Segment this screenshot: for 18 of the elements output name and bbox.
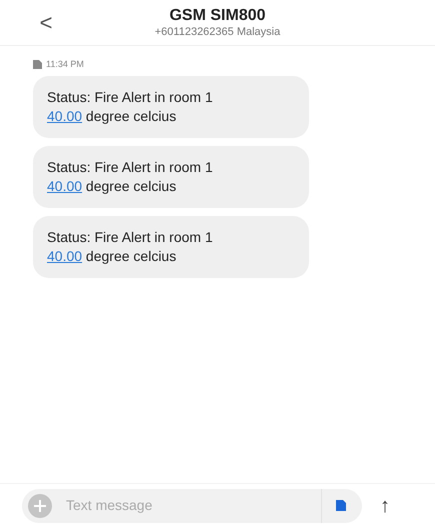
message-field[interactable]: Text message	[22, 488, 362, 522]
message-text: Status: Fire Alert in room 1	[47, 88, 214, 106]
back-button[interactable]: <	[36, 12, 56, 34]
message-timestamp: 11:34 PM	[46, 58, 84, 71]
number-link[interactable]: 40.00	[47, 106, 82, 126]
message-text: Status: Fire Alert in room 1	[47, 228, 214, 246]
message-input[interactable]: Text message	[66, 495, 307, 516]
message-text: degree celcius	[84, 176, 176, 196]
message-text: degree celcius	[84, 246, 176, 266]
number-link[interactable]: 40.00	[47, 246, 82, 266]
message-text: degree celcius	[84, 106, 176, 126]
sim-icon[interactable]	[336, 500, 346, 511]
send-button[interactable]: ↑	[380, 496, 390, 516]
number-link[interactable]: 40.00	[47, 176, 82, 196]
sim-icon	[33, 60, 42, 70]
contact-name: GSM SIM800	[169, 6, 266, 26]
message-text: Status: Fire Alert in room 1	[47, 158, 214, 176]
contact-number: +601123262365 Malaysia	[154, 26, 280, 40]
